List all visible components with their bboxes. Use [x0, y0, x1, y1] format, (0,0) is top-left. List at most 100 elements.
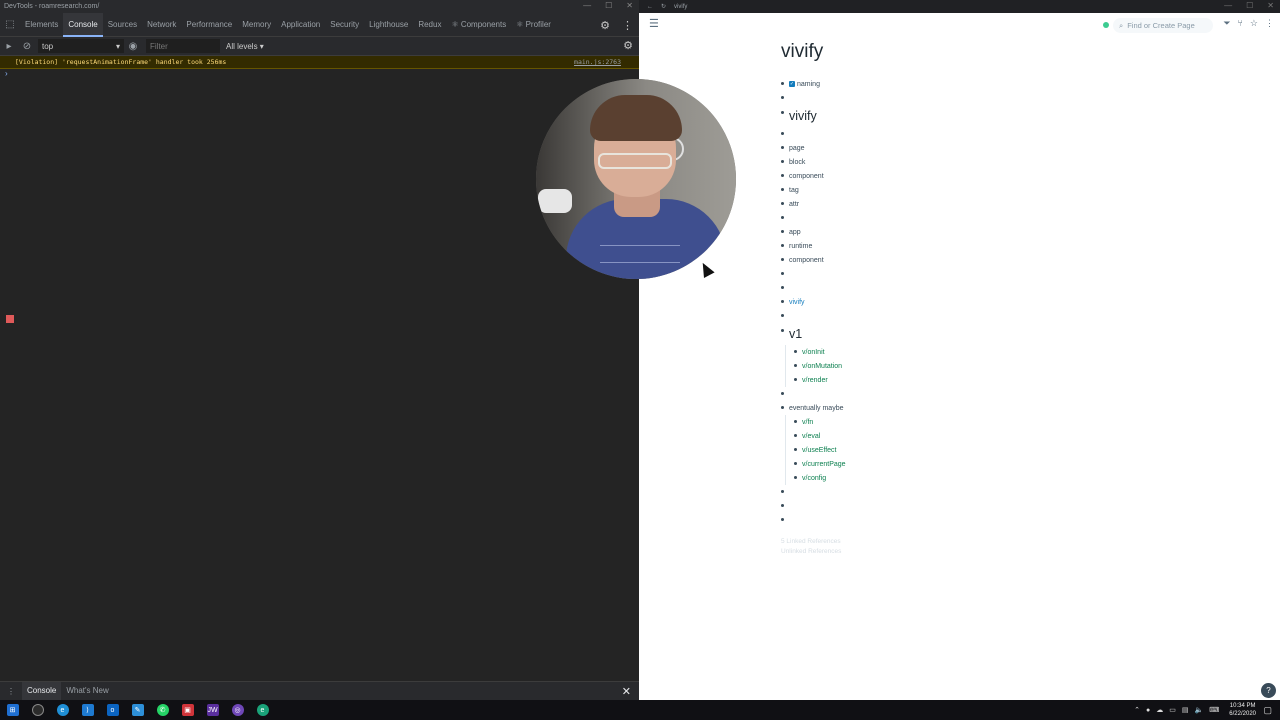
chevron-up-icon[interactable]: ⌃ — [1134, 706, 1140, 714]
bullet-icon[interactable] — [781, 504, 784, 507]
child-block[interactable]: v/useEffect — [781, 443, 1201, 457]
edge-dev-icon[interactable]: e — [250, 700, 275, 720]
empty-block[interactable] — [781, 281, 1201, 295]
more-options-icon[interactable]: ⋮ — [622, 19, 633, 32]
minimize-icon[interactable]: — — [583, 1, 591, 10]
bullet-icon[interactable] — [794, 448, 797, 451]
child-block[interactable]: v/fn — [781, 415, 1201, 429]
block[interactable]: component — [781, 253, 1201, 267]
heading-block[interactable]: v1 — [781, 323, 1201, 345]
checkbox-checked-icon[interactable]: ✓ — [789, 80, 795, 87]
empty-block[interactable] — [781, 387, 1201, 401]
console-filter-input[interactable] — [146, 39, 220, 53]
tab-sources[interactable]: Sources — [103, 13, 142, 37]
sidebar-toggle-icon[interactable]: ▸ — [0, 41, 18, 52]
block[interactable]: ✓ naming — [781, 77, 1201, 91]
settings-gear-icon[interactable]: ⚙ — [600, 19, 610, 32]
linked-references-toggle[interactable]: 5 Linked References — [781, 537, 1201, 547]
bullet-icon[interactable] — [794, 462, 797, 465]
find-or-create-page-search[interactable]: ⌕ Find or Create Page — [1113, 18, 1213, 33]
bullet-icon[interactable] — [781, 160, 784, 163]
red-app-icon[interactable]: ▣ — [175, 700, 200, 720]
tab-memory[interactable]: Memory — [237, 13, 276, 37]
bullet-icon[interactable] — [794, 476, 797, 479]
drawer-menu-icon[interactable]: ⋮ — [0, 687, 22, 696]
unlinked-references-toggle[interactable]: Unlinked References — [781, 547, 1201, 557]
bullet-icon[interactable] — [781, 490, 784, 493]
clear-console-icon[interactable]: ⊘ — [18, 41, 36, 52]
page-link[interactable]: v/useEffect — [802, 447, 837, 454]
hamburger-menu-icon[interactable]: ☰ — [649, 17, 659, 30]
page-title[interactable]: vivify — [781, 37, 1201, 77]
whatsapp-icon[interactable]: ✆ — [150, 700, 175, 720]
bullet-icon[interactable] — [781, 392, 784, 395]
bullet-icon[interactable] — [781, 244, 784, 247]
block[interactable]: component — [781, 169, 1201, 183]
tab-elements[interactable]: Elements — [20, 13, 63, 37]
block[interactable]: block — [781, 155, 1201, 169]
tab-performance[interactable]: Performance — [181, 13, 237, 37]
app-circle-icon[interactable] — [25, 700, 50, 720]
bullet-icon[interactable] — [781, 230, 784, 233]
bullet-icon[interactable] — [781, 174, 784, 177]
child-block[interactable]: v/config — [781, 471, 1201, 485]
page-link[interactable]: v/onInit — [802, 349, 825, 356]
child-block[interactable]: v/onMutation — [781, 359, 1201, 373]
bullet-icon[interactable] — [781, 406, 784, 409]
bullet-icon[interactable] — [781, 314, 784, 317]
child-block[interactable]: v/eval — [781, 429, 1201, 443]
empty-block[interactable] — [781, 499, 1201, 513]
bullet-icon[interactable] — [781, 258, 784, 261]
block[interactable]: attr — [781, 197, 1201, 211]
context-select[interactable]: top ▾ — [38, 39, 124, 53]
child-block[interactable]: v/currentPage — [781, 457, 1201, 471]
page-link[interactable]: vivify — [789, 299, 805, 306]
page-link[interactable]: v/render — [802, 377, 828, 384]
back-arrow-icon[interactable]: ← — [647, 4, 653, 10]
bullet-icon[interactable] — [781, 96, 784, 99]
network-icon[interactable]: ▤ — [1182, 706, 1189, 714]
drawer-tab-console[interactable]: Console — [22, 682, 62, 700]
tab-lighthouse[interactable]: Lighthouse — [364, 13, 413, 37]
bullet-icon[interactable] — [781, 272, 784, 275]
block[interactable]: tag — [781, 183, 1201, 197]
help-icon[interactable]: ? — [1261, 683, 1276, 698]
bullet-icon[interactable] — [781, 202, 784, 205]
empty-block[interactable] — [781, 267, 1201, 281]
bullet-icon[interactable] — [781, 111, 784, 114]
shortcut-star-icon[interactable]: ☆ — [1250, 18, 1258, 29]
vscode-icon[interactable]: ⟩ — [75, 700, 100, 720]
bullet-icon[interactable] — [781, 518, 784, 521]
heading-block[interactable]: vivify — [781, 105, 1201, 127]
bullet-icon[interactable] — [781, 216, 784, 219]
bullet-icon[interactable] — [794, 420, 797, 423]
tab-application[interactable]: Application — [276, 13, 325, 37]
page-link[interactable]: v/onMutation — [802, 363, 842, 370]
child-block[interactable]: v/render — [781, 373, 1201, 387]
bullet-icon[interactable] — [781, 146, 784, 149]
reload-icon[interactable]: ↻ — [661, 3, 666, 10]
bullet-icon[interactable] — [781, 188, 784, 191]
outlook-icon[interactable]: o — [100, 700, 125, 720]
draw-app-icon[interactable]: ✎ — [125, 700, 150, 720]
graph-overview-icon[interactable]: ⑂ — [1238, 18, 1243, 29]
empty-block[interactable] — [781, 127, 1201, 141]
jw-app-icon[interactable]: JW — [200, 700, 225, 720]
close-icon[interactable]: ✕ — [1267, 1, 1274, 10]
bullet-icon[interactable] — [794, 434, 797, 437]
page-link[interactable]: v/config — [802, 475, 826, 482]
tab-network[interactable]: Network — [142, 13, 181, 37]
maximize-icon[interactable]: ☐ — [605, 1, 612, 10]
more-options-icon[interactable]: ⋮ — [1265, 18, 1274, 29]
empty-block[interactable] — [781, 211, 1201, 225]
bullet-icon[interactable] — [794, 378, 797, 381]
block[interactable]: app — [781, 225, 1201, 239]
block[interactable]: eventually maybe — [781, 401, 1201, 415]
empty-block[interactable] — [781, 309, 1201, 323]
minimize-icon[interactable]: — — [1224, 1, 1232, 10]
console-settings-gear-icon[interactable]: ⚙ — [623, 39, 633, 52]
drawer-close-icon[interactable]: ✕ — [622, 685, 631, 698]
live-expression-eye-icon[interactable]: ◉ — [124, 41, 142, 52]
bullet-icon[interactable] — [781, 329, 784, 332]
bullet-icon[interactable] — [781, 300, 784, 303]
